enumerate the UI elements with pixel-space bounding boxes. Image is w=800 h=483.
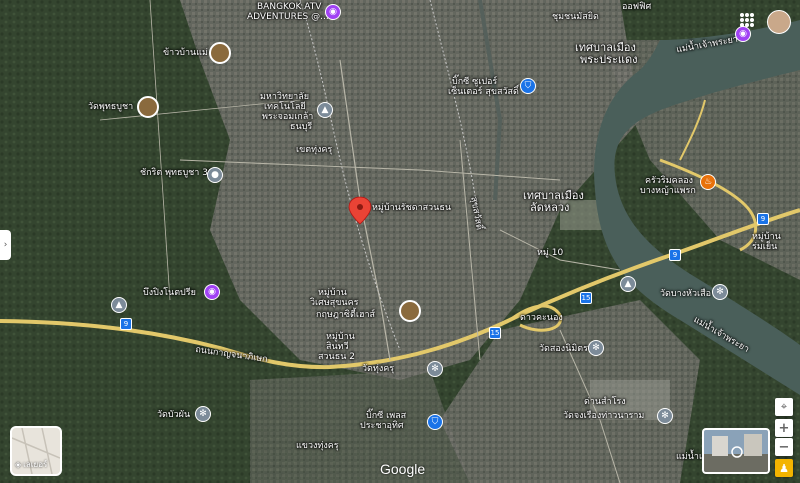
zoom-in-button[interactable]: + <box>775 419 793 437</box>
label-atv-adventures[interactable]: ADVENTURES @... <box>247 12 329 22</box>
label-university-3[interactable]: พระจอมเกล้า <box>262 112 313 122</box>
temple-photo-icon[interactable] <box>137 96 159 118</box>
label-bangkok-atv[interactable]: BANGKOK ATV <box>257 2 321 12</box>
street-view-thumbnail[interactable] <box>702 428 770 474</box>
route-shield: 15 <box>489 327 501 339</box>
route-shield: 9 <box>120 318 132 330</box>
label-university-1[interactable]: มหาวิทยาลัย <box>260 92 309 102</box>
label-muang-10: หมู่ 10 <box>537 248 564 258</box>
shopping-cart-icon[interactable]: ⛉ <box>427 414 443 430</box>
label-mu-ban-sanoe-3[interactable]: สวนธน 2 <box>318 352 355 362</box>
route-shield: 9 <box>757 213 769 225</box>
label-dan-samrong: ด่านสำโรง <box>584 397 626 407</box>
temple-icon[interactable]: ✻ <box>657 408 673 424</box>
label-big-c-place-1[interactable]: บิ๊กซี เพลส <box>366 411 406 421</box>
label-top-right-area: ชุมชนมัสยิด <box>552 12 599 22</box>
account-avatar[interactable] <box>767 10 791 34</box>
label-khlong-bang-ya-phraek-2[interactable]: บางหญ้าแพรก <box>640 186 696 196</box>
label-big-c-2[interactable]: เซ็นเตอร์ สุขสวัสดิ์ <box>448 87 519 97</box>
layers-icon: ◈ <box>15 460 22 469</box>
label-thesaban-phra-pradaeng-2: พระประแดง <box>580 53 638 66</box>
label-top-right-area-2: ออฟฟิศ <box>622 2 652 12</box>
layers-button[interactable]: ◈ เลเยอร์ <box>10 426 62 476</box>
label-mu-ban-rom-yen-2[interactable]: ร่มเย็น <box>752 242 777 252</box>
label-kritsada-city[interactable]: กฤษฎาซิตี้เฮาส์ <box>316 310 375 320</box>
label-university-4[interactable]: ธนบุรี <box>290 122 312 132</box>
label-rachada-suan-thon[interactable]: หมู่บ้านรัชดาสวนธน <box>372 203 451 213</box>
label-wat-bang-hua-suea[interactable]: วัดบางหัวเสือ <box>660 289 711 299</box>
school-icon[interactable]: ▲ <box>317 102 333 118</box>
label-big-c-place-2[interactable]: ประชาอุทิศ <box>360 421 404 431</box>
label-mu-ban-rom-yen-1[interactable]: หมู่บ้าน <box>752 232 781 242</box>
label-khao-ban-mae[interactable]: ข้าวบ้านแม่ <box>163 48 208 58</box>
temple-icon[interactable]: ✻ <box>712 284 728 300</box>
housing-photo-icon[interactable] <box>399 300 421 322</box>
temple-icon[interactable]: ✻ <box>427 361 443 377</box>
zoom-out-button[interactable]: − <box>775 438 793 456</box>
place-icon[interactable]: ● <box>207 167 223 183</box>
camera-icon[interactable]: ◉ <box>325 4 341 20</box>
temple-icon[interactable]: ✻ <box>195 406 211 422</box>
label-wat-thung-khru[interactable]: วัดทุ่งครุ <box>362 364 394 374</box>
route-shield: 15 <box>580 292 592 304</box>
map-canvas[interactable]: BANGKOK ATV ADVENTURES @... ข้าวบ้านแม่ … <box>0 0 800 483</box>
place-photo-icon[interactable] <box>209 42 231 64</box>
restaurant-icon[interactable]: ♨ <box>700 174 716 190</box>
shopping-cart-icon[interactable]: ⛉ <box>520 78 536 94</box>
camera-icon[interactable]: ◉ <box>204 284 220 300</box>
label-mu-ban-sanoe-1[interactable]: หมู่บ้าน <box>326 332 355 342</box>
label-mu-ban-sanoe-2[interactable]: สินทวี <box>326 342 349 352</box>
google-logo: Google <box>380 461 426 477</box>
label-big-c-1[interactable]: บิ๊กซี ซูเปอร์ <box>452 77 497 87</box>
label-wat-bua-chan[interactable]: วัดบัวผัน <box>157 410 190 420</box>
label-thesaban-lat-luang-2: ลัดหลวง <box>530 201 570 214</box>
apps-grid-icon[interactable] <box>740 13 754 27</box>
label-chakrit-36[interactable]: ชักริต พุทธบูชา 36 <box>140 168 214 178</box>
label-khwaeng-thung-khru: แขวงทุ่งครุ <box>296 441 339 451</box>
layers-label: เลเยอร์ <box>23 460 48 469</box>
school-icon[interactable]: ▲ <box>111 297 127 313</box>
label-university-2[interactable]: เทคโนโลยี <box>264 102 306 112</box>
label-wat-phuttha-bucha[interactable]: วัดพุทธบูชา <box>88 102 133 112</box>
label-mu-ban-wiset-2[interactable]: วิเศษสุขนคร <box>310 298 358 308</box>
temple-icon[interactable]: ✻ <box>588 340 604 356</box>
label-wat-song-nimit[interactable]: วัดสองนิมิตร <box>539 344 588 354</box>
camera-icon[interactable]: ◉ <box>735 26 751 42</box>
label-wat-dan-rueng[interactable]: วัดจงเรืองท่าวนาราม <box>563 411 644 421</box>
school-icon[interactable]: ▲ <box>620 276 636 292</box>
label-dao-khanong: ดาวคะนอง <box>520 313 563 323</box>
route-shield: 9 <box>669 249 681 261</box>
side-panel-toggle[interactable]: › <box>0 230 11 260</box>
street-view-preview <box>704 434 768 472</box>
label-mu-ban-wiset-1[interactable]: หมู่บ้าน <box>318 288 347 298</box>
pegman-icon[interactable]: ♟ <box>775 459 793 477</box>
my-location-icon[interactable]: ⌖ <box>775 398 793 416</box>
label-khet-thung-khru: เขตทุ่งครุ <box>296 145 333 155</box>
label-khlong-bang-ya-phraek-1[interactable]: ครัวริมคลอง <box>645 176 693 186</box>
label-bueng-ming[interactable]: บึงปิงโนตปรีย <box>143 288 196 298</box>
